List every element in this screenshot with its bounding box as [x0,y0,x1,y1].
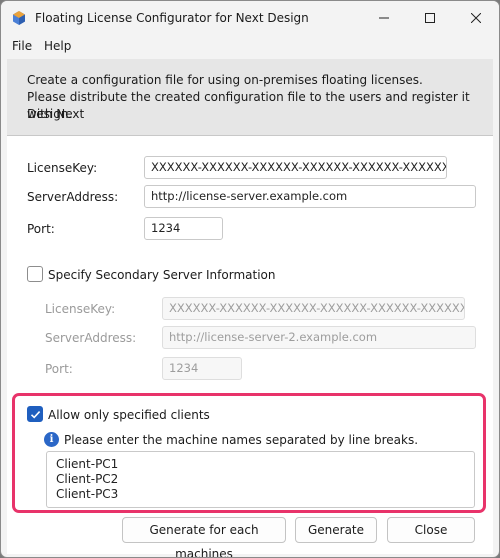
close-window-button[interactable] [453,1,499,35]
maximize-button[interactable] [407,1,453,35]
app-logo-icon [13,11,25,25]
machine-name-line: Client-PC2 [56,472,119,486]
secondary-server-checkbox[interactable] [27,266,43,282]
menu-file[interactable]: File [12,39,32,53]
description-panel: Create a configuration file for using on… [7,59,493,136]
description-line-2: Please distribute the created configurat… [27,90,470,121]
port-input[interactable]: 1234 [144,217,223,240]
secondary-server-checkbox-label: Specify Secondary Server Information [48,268,276,282]
generate-each-button[interactable]: Generate for each machines [122,517,286,557]
title-bar[interactable]: Floating License Configurator for Next D… [1,1,499,35]
checkmark-icon [30,411,41,419]
server-address-label: ServerAddress: [27,190,119,204]
description-line-3: Design. [27,107,73,121]
generate-button[interactable]: Generate [295,517,377,543]
license-key-input[interactable]: XXXXXX-XXXXXX-XXXXXX-XXXXXX-XXXXXX-XXXXX… [144,156,447,179]
machine-name-line: Client-PC1 [56,457,119,471]
menu-bar: File Help [1,35,499,57]
allow-clients-checkbox[interactable] [27,406,43,422]
menu-help[interactable]: Help [44,39,71,53]
clients-info-text: Please enter the machine names separated… [64,433,419,447]
maximize-icon [425,13,435,23]
port-label: Port: [27,222,55,236]
app-window: Floating License Configurator for Next D… [0,0,500,558]
description-line-1: Create a configuration file for using on… [27,73,423,87]
secondary-server-address-label: ServerAddress: [45,331,137,345]
secondary-license-key-input: XXXXXX-XXXXXX-XXXXXX-XXXXXX-XXXXXX-XXXXX… [162,297,465,320]
secondary-license-key-label: LicenseKey: [45,302,116,316]
close-icon [471,13,481,23]
server-address-input[interactable]: http://license-server.example.com [144,185,476,208]
machine-names-textarea[interactable]: Client-PC1 Client-PC2 Client-PC3 [46,451,475,508]
secondary-port-input: 1234 [162,357,242,380]
minimize-icon [379,17,389,19]
secondary-port-label: Port: [45,362,73,376]
allow-clients-label: Allow only specified clients [48,408,210,422]
minimize-button[interactable] [361,1,407,35]
close-button[interactable]: Close [387,517,475,543]
window-title: Floating License Configurator for Next D… [35,11,309,25]
secondary-server-address-input: http://license-server-2.example.com [162,326,476,349]
machine-name-line: Client-PC3 [56,487,119,501]
license-key-label: LicenseKey: [27,161,98,175]
info-icon: i [44,432,59,447]
